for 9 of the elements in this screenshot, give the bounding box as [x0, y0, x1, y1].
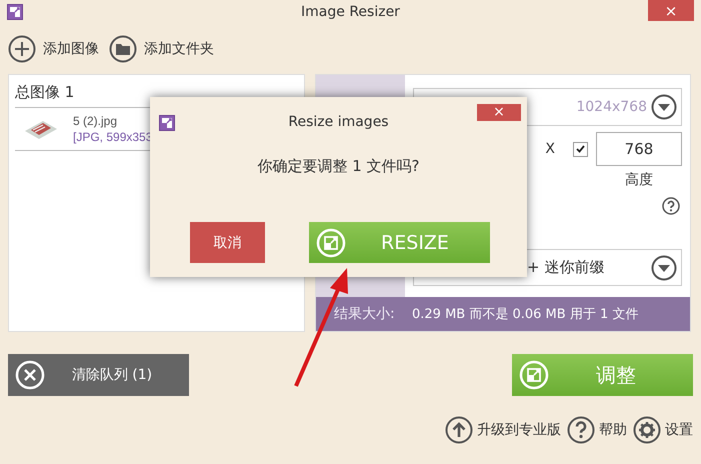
queue-header: 总图像 1 [15, 82, 76, 103]
window-title: Image Resizer [301, 4, 400, 20]
file-name: 5 (2).jpg [73, 113, 118, 129]
dialog-message: 你确定要调整 1 文件吗? [256, 157, 421, 176]
dimension-separator: X [545, 141, 555, 157]
result-label: 结果大小: [334, 305, 396, 323]
result-value: 0.29 MB 而不是 0.06 MB 用于 1 文件 [412, 306, 638, 323]
dialog-title: Resize images [288, 114, 389, 130]
height-label: 高度 [624, 171, 654, 189]
